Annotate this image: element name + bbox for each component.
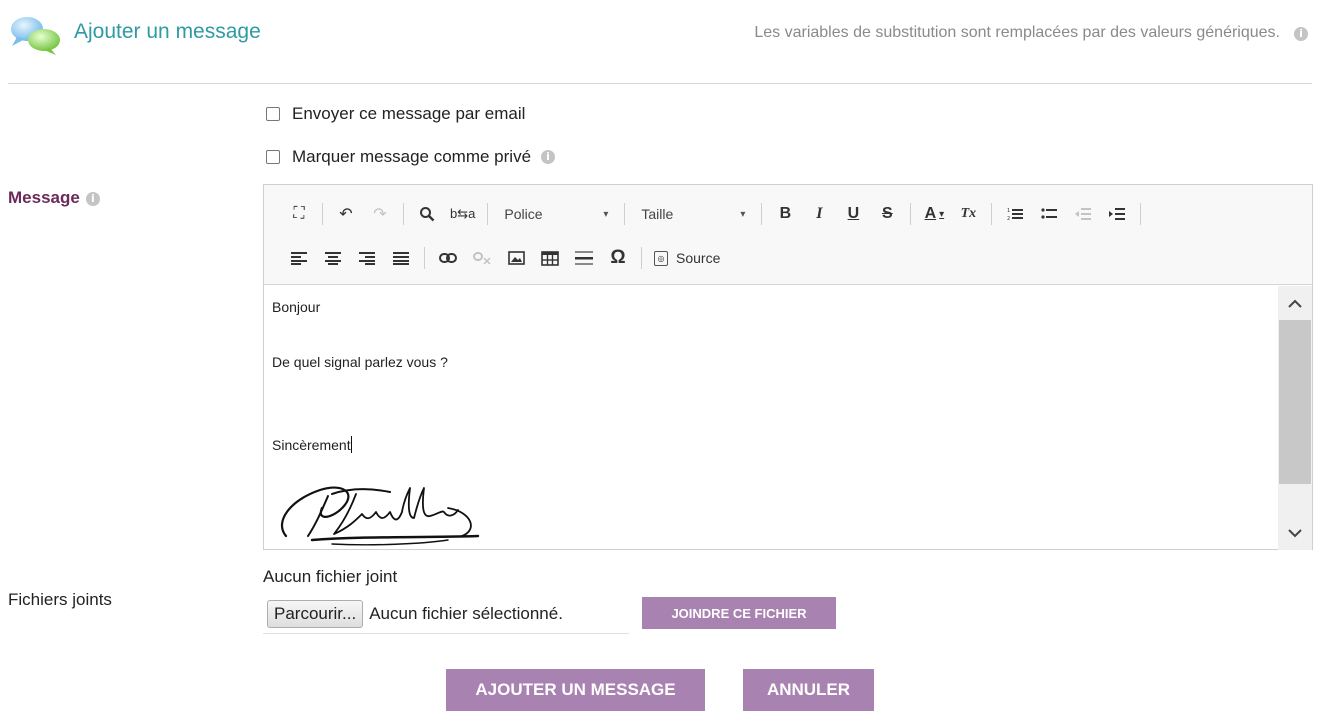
toolbar-separator [624,203,626,225]
text-color-button[interactable]: A ▾ [923,201,945,227]
attachments-status: Aucun fichier joint [263,567,398,586]
attachments-field-label: Fichiers joints [8,590,112,609]
text-caret [350,436,352,453]
replace-icon[interactable]: b⇆a [450,201,475,227]
toolbar-separator [403,203,404,225]
align-right-icon[interactable] [356,245,378,271]
message-field-label: Message i [8,188,100,208]
toolbar-separator [487,203,489,225]
remove-format-button[interactable]: Tx [957,201,979,227]
attach-file-button[interactable]: JOINDRE CE FICHIER [642,597,836,629]
strikethrough-button[interactable]: S [876,201,898,227]
image-icon[interactable] [505,245,527,271]
source-icon: ◎ [654,250,668,266]
page-title: Ajouter un message [74,20,261,43]
editor-scrollbar[interactable] [1278,286,1312,550]
scroll-down-icon[interactable] [1278,516,1312,550]
unlink-icon[interactable] [471,245,493,271]
align-left-icon[interactable] [288,245,310,271]
bulleted-list-icon[interactable] [1038,201,1060,227]
outdent-icon[interactable] [1072,201,1094,227]
source-button[interactable]: ◎ Source [654,250,720,266]
info-icon[interactable]: i [1294,27,1308,41]
editor-line: Bonjour [272,299,321,315]
link-icon[interactable] [437,245,459,271]
source-button-label: Source [676,250,721,266]
cancel-button[interactable]: ANNULER [743,669,874,711]
editor-content[interactable]: Bonjour De quel signal parlez vous ? Sin… [264,286,1278,550]
chevron-down-icon: ▾ [603,208,609,220]
text-color-glyph: A [924,205,937,222]
indent-icon[interactable] [1106,201,1128,227]
horizontal-rule-icon[interactable] [573,245,595,271]
toolbar-separator [322,203,323,225]
toolbar-separator [641,247,642,269]
numbered-list-icon[interactable]: 12 [1004,201,1026,227]
table-icon[interactable] [539,245,561,271]
scroll-up-icon[interactable] [1278,286,1312,320]
file-input[interactable]: Parcourir... Aucun fichier sélectionné. [263,594,629,634]
bold-button[interactable]: B [774,201,796,227]
file-status-text: Aucun fichier sélectionné. [369,603,563,623]
editor-line: De quel signal parlez vous ? [272,354,448,370]
italic-button[interactable]: I [808,201,830,227]
font-select[interactable]: Police ▾ [500,206,612,222]
svg-text:2: 2 [1007,216,1010,221]
toolbar-row-1: ⛶ ↶ ↷ b⇆a Police ▾ Taille ▾ B I U S A ▾ … [282,197,1147,231]
email-option-label: Envoyer ce message par email [292,104,526,123]
toolbar-separator [761,203,763,225]
private-checkbox[interactable] [266,150,280,164]
redo-icon[interactable]: ↷ [369,201,391,227]
toolbar-separator [991,203,993,225]
private-option[interactable]: Marquer message comme privé i [266,147,556,167]
rich-text-editor[interactable]: ⛶ ↶ ↷ b⇆a Police ▾ Taille ▾ B I U S A ▾ … [263,184,1313,550]
substitution-note: Les variables de substitution sont rempl… [754,24,1280,41]
size-select-label: Taille [641,206,674,222]
info-icon[interactable]: i [541,150,556,164]
message-label-text: Message [8,188,80,207]
scroll-thumb[interactable] [1279,320,1311,484]
info-icon[interactable]: i [85,191,100,206]
toolbar-separator [910,203,912,225]
align-center-icon[interactable] [322,245,344,271]
header-divider [8,83,1312,84]
find-icon[interactable] [416,201,438,227]
chat-bubbles-icon [11,17,60,55]
font-select-label: Police [504,206,543,222]
maximize-icon[interactable]: ⛶ [288,201,310,227]
svg-text:1: 1 [1007,208,1010,214]
special-character-button[interactable]: Ω [607,245,629,271]
size-select[interactable]: Taille ▾ [637,206,749,222]
editor-toolbar: ⛶ ↶ ↷ b⇆a Police ▾ Taille ▾ B I U S A ▾ … [264,185,1312,285]
editor-line: Sincèrement [272,437,351,453]
private-option-label: Marquer message comme privé [292,147,532,166]
browse-button[interactable]: Parcourir... [267,599,364,628]
toolbar-separator [424,247,425,269]
chevron-down-icon: ▾ [740,208,746,220]
editor-line-with-caret: Sincèrement [272,436,352,453]
toolbar-separator [1140,203,1142,225]
underline-button[interactable]: U [842,201,864,227]
add-message-button[interactable]: AJOUTER UN MESSAGE [446,669,705,711]
email-option[interactable]: Envoyer ce message par email [266,104,525,124]
justify-icon[interactable] [390,245,412,271]
page-header: Ajouter un message Les variables de subs… [0,0,1318,84]
email-checkbox[interactable] [266,107,280,121]
toolbar-row-2: Ω ◎ Source [282,241,720,275]
undo-icon[interactable]: ↶ [335,201,357,227]
signature-image [280,486,480,546]
